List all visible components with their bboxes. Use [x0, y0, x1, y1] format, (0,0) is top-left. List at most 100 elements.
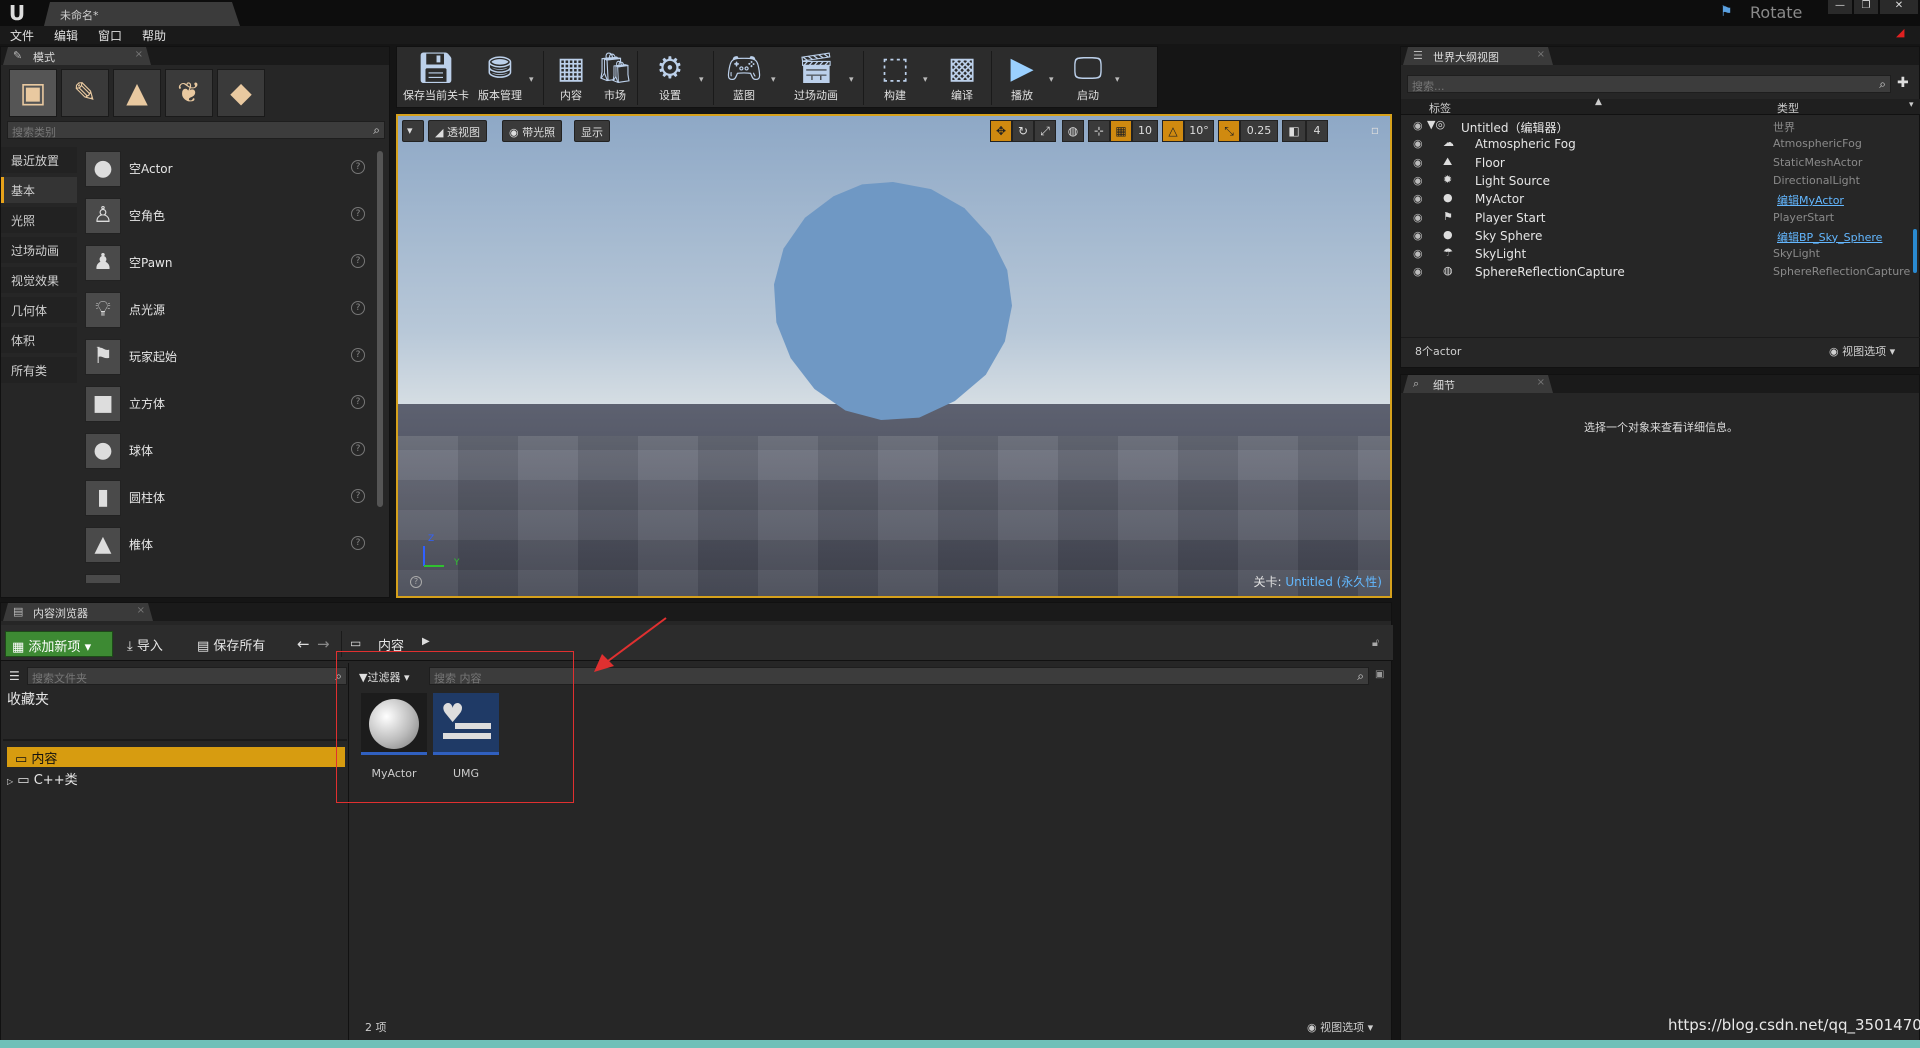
show-button[interactable]: 显示 — [574, 120, 610, 142]
placeable-item[interactable]: ▲ 椎体? — [85, 523, 371, 567]
column-label-header[interactable]: 标签 — [1429, 100, 1451, 116]
toolbar-button[interactable]: 🛍︎ 市场 — [595, 49, 635, 107]
tutorial-icon[interactable]: ⚑ — [1720, 4, 1738, 22]
notification-icon[interactable]: ◢ — [1896, 26, 1904, 39]
category-search-input[interactable]: 搜索类别 ⌕ — [7, 121, 385, 139]
visibility-eye-icon[interactable]: ◉ — [1413, 174, 1427, 187]
grid-snap-icon[interactable]: ▦ — [1110, 120, 1132, 142]
visibility-eye-icon[interactable]: ◉ — [1413, 156, 1427, 169]
help-icon[interactable]: ? — [351, 301, 365, 315]
edit-blueprint-link[interactable]: 编辑MyActor — [1777, 192, 1844, 208]
camera-speed-value[interactable]: 4 — [1306, 120, 1328, 142]
placeable-item[interactable]: ▬平面? — [85, 570, 371, 583]
toolbar-dropdown-arrow-icon[interactable]: ▾ — [771, 75, 776, 85]
outliner-row[interactable]: ◉ ✹ Light Source DirectionalLight — [1401, 172, 1920, 190]
column-menu-icon[interactable]: ▾ — [1909, 100, 1914, 110]
tab-details[interactable]: ⌕ 细节 × — [1403, 375, 1553, 393]
menu-window[interactable]: 窗口 — [98, 27, 122, 44]
perspective-button[interactable]: ◢ 透视图 — [428, 120, 487, 142]
close-button[interactable]: ✕ — [1880, 0, 1918, 14]
grid-snap-value[interactable]: 10 — [1132, 120, 1158, 142]
help-icon[interactable]: ? — [351, 536, 365, 550]
toolbar-button[interactable]: ▶ 播放 — [995, 49, 1049, 107]
outliner-scrollbar[interactable] — [1913, 229, 1917, 273]
import-button[interactable]: ⤓ 导入 — [121, 631, 169, 657]
toolbar-dropdown-arrow-icon[interactable]: ▾ — [849, 75, 854, 85]
close-icon[interactable]: × — [137, 605, 145, 616]
outliner-row[interactable]: ◉ ◍ SphereReflectionCapture SphereReflectio… — [1401, 263, 1920, 281]
outliner-search-input[interactable]: 搜索... ⌕ — [1407, 75, 1891, 93]
lit-button[interactable]: ◉ 带光照 — [502, 120, 563, 142]
outliner-row[interactable]: ◉ ☂ SkyLight SkyLight — [1401, 245, 1920, 263]
rotation-snap-value[interactable]: 10° — [1184, 120, 1214, 142]
outliner-row[interactable]: ◉ ● Sky Sphere 编辑BP_Sky_Sphere — [1401, 227, 1920, 245]
tab-modes[interactable]: ✎ 模式 × — [3, 47, 151, 65]
close-icon[interactable]: × — [1537, 377, 1545, 388]
placeable-item[interactable]: ♙ 空角色? — [85, 194, 371, 238]
viewport-sky-sphere-mesh[interactable] — [774, 182, 1012, 420]
outliner-row[interactable]: ◉ ☁ Atmospheric Fog AtmosphericFog — [1401, 135, 1920, 153]
save-all-button[interactable]: ▤ 保存所有 — [191, 631, 271, 657]
placeable-item[interactable]: ♟ 空Pawn? — [85, 241, 371, 285]
scale-tool-icon[interactable]: ⤢ — [1034, 120, 1056, 142]
scale-snap-icon[interactable]: ⤡ — [1218, 120, 1240, 142]
toolbar-button[interactable]: 💾︎ 保存当前关卡 — [401, 49, 471, 107]
toolbar-dropdown-arrow-icon[interactable]: ▾ — [1049, 75, 1054, 85]
toolbar-button[interactable]: ▦ 内容 — [547, 49, 595, 107]
maximize-viewport-icon[interactable]: ▫ — [1366, 120, 1384, 142]
geometry-mode-button[interactable]: ◆ — [217, 69, 265, 117]
placeable-item[interactable]: ● 球体? — [85, 429, 371, 473]
forward-arrow-icon[interactable]: → — [317, 635, 330, 653]
placeable-item[interactable]: ■ 立方体? — [85, 382, 371, 426]
placeable-scrollbar[interactable] — [377, 151, 383, 507]
visibility-eye-icon[interactable]: ◉ — [1413, 192, 1427, 205]
save-search-icon[interactable]: ▣ — [1375, 669, 1384, 680]
visibility-eye-icon[interactable]: ◉ — [1413, 137, 1427, 150]
folder-search-input[interactable]: 搜索文件夹 ⌕ — [27, 667, 347, 685]
help-icon[interactable]: ? — [351, 348, 365, 362]
paint-mode-button[interactable]: ✎ — [61, 69, 109, 117]
tab-world-outliner[interactable]: ☰ 世界大纲视图 × — [1403, 47, 1553, 65]
content-view-options[interactable]: ◉ 视图选项 ▾ — [1307, 1019, 1373, 1035]
menu-file[interactable]: 文件 — [10, 27, 34, 44]
help-icon[interactable]: ? — [351, 489, 365, 503]
column-type-header[interactable]: 类型 — [1777, 100, 1799, 116]
toolbar-button[interactable]: 🖵︎ 启动 — [1061, 49, 1115, 107]
path-chevron-icon[interactable]: ▶ — [422, 636, 430, 647]
place-mode-button[interactable]: ▣ — [9, 69, 57, 117]
visibility-eye-icon[interactable]: ◉ — [1413, 247, 1427, 260]
back-arrow-icon[interactable]: ← — [297, 635, 310, 653]
help-icon[interactable]: ? — [351, 395, 365, 409]
menu-help[interactable]: 帮助 — [142, 27, 166, 44]
outliner-row[interactable]: ◉ ▼◎ Untitled（编辑器） 世界 — [1401, 117, 1920, 135]
toolbar-dropdown-arrow-icon[interactable]: ▾ — [699, 75, 704, 85]
placeable-item[interactable]: 💡︎ 点光源? — [85, 288, 371, 332]
create-folder-icon[interactable]: ✚ — [1897, 75, 1909, 91]
favorites-header[interactable]: 收藏夹 — [7, 689, 49, 709]
toolbar-button[interactable]: ⚙ 设置 — [641, 49, 699, 107]
help-icon[interactable]: ? — [351, 207, 365, 221]
level-viewport[interactable]: ▾ ◢ 透视图 ◉ 带光照 显示 ✥ ↻ ⤢ ◍ ⊹ ▦ 10 △ 10° ⤡ … — [396, 114, 1392, 598]
viewport-help-icon[interactable]: ? — [410, 576, 422, 588]
menu-edit[interactable]: 编辑 — [54, 27, 78, 44]
visibility-eye-icon[interactable]: ◉ — [1413, 211, 1427, 224]
toolbar-button[interactable]: ⛃ 版本管理 — [471, 49, 529, 107]
edit-blueprint-link[interactable]: 编辑BP_Sky_Sphere — [1777, 229, 1882, 245]
help-icon[interactable]: ? — [351, 442, 365, 456]
toolbar-button[interactable]: ▩ 编译 — [935, 49, 989, 107]
sources-toggle-icon[interactable]: ☰ — [9, 669, 20, 683]
outliner-row[interactable]: ◉ ⚑ Player Start PlayerStart — [1401, 209, 1920, 227]
expand-arrow-icon[interactable]: ▷ — [7, 777, 13, 786]
visibility-eye-icon[interactable]: ◉ — [1413, 229, 1427, 242]
outliner-row[interactable]: ◉ ⛰ Floor StaticMeshActor — [1401, 154, 1920, 172]
visibility-eye-icon[interactable]: ◉ — [1413, 265, 1427, 278]
folder-content[interactable]: ▭ 内容 — [7, 747, 345, 767]
add-new-button[interactable]: ▦ 添加新项 ▾ — [5, 631, 113, 657]
outliner-row[interactable]: ◉ ● MyActor 编辑MyActor — [1401, 190, 1920, 208]
visibility-eye-icon[interactable]: ◉ — [1413, 119, 1427, 132]
translate-tool-icon[interactable]: ✥ — [990, 120, 1012, 142]
placeable-item[interactable]: ⚑ 玩家起始? — [85, 335, 371, 379]
outliner-view-options[interactable]: ◉ 视图选项 ▾ — [1829, 343, 1895, 359]
foliage-mode-button[interactable]: ❦ — [165, 69, 213, 117]
placeable-item[interactable]: ▮ 圆柱体? — [85, 476, 371, 520]
